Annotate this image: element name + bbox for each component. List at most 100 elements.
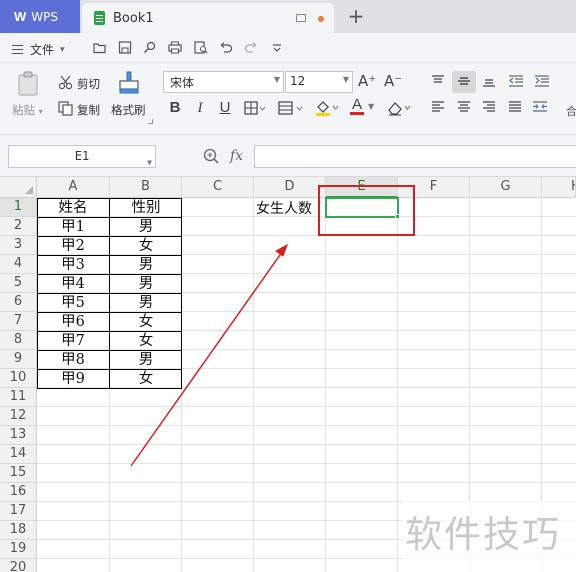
spreadsheet-icon — [94, 11, 105, 25]
print-preview-icon[interactable] — [194, 41, 208, 54]
font-name-select[interactable]: 宋体 ▼ — [163, 71, 284, 93]
row-header-6[interactable]: 6 — [0, 293, 37, 312]
file-menu-button[interactable]: 文件 ▾ — [12, 41, 65, 58]
font-size-select[interactable]: 12 ▼ — [285, 71, 353, 93]
fill-pattern-icon[interactable] — [278, 101, 304, 115]
increase-indent-icon[interactable] — [534, 75, 550, 87]
cell-a1[interactable]: 姓名 — [37, 199, 109, 217]
row-header-9[interactable]: 9 — [0, 350, 37, 369]
row-header-15[interactable]: 15 — [0, 464, 37, 483]
column-header-d[interactable]: D — [254, 177, 326, 198]
new-tab-button[interactable]: + — [345, 4, 367, 28]
row-header-14[interactable]: 14 — [0, 445, 37, 464]
grid-line — [37, 463, 576, 464]
align-top-icon[interactable] — [431, 75, 445, 87]
select-all-corner[interactable] — [0, 177, 37, 198]
cell-a7[interactable]: 甲6 — [37, 313, 109, 331]
italic-button[interactable]: I — [191, 99, 209, 117]
align-center-icon[interactable] — [457, 101, 471, 113]
undo-icon[interactable] — [219, 41, 233, 54]
cell-a5[interactable]: 甲4 — [37, 275, 109, 293]
cell-a10[interactable]: 甲9 — [37, 370, 109, 388]
row-header-8[interactable]: 8 — [0, 331, 37, 350]
column-header-a[interactable]: A — [37, 177, 110, 198]
column-header-b[interactable]: B — [110, 177, 182, 198]
paste-icon[interactable] — [16, 71, 40, 97]
title-tab-bar: W WPS Book1 + — [0, 0, 576, 33]
row-header-11[interactable]: 11 — [0, 388, 37, 407]
justify-icon[interactable] — [508, 101, 522, 113]
align-right-icon[interactable] — [482, 101, 496, 113]
copy-icon[interactable] — [58, 101, 73, 116]
paste-label[interactable]: 粘贴 ▾ — [12, 102, 43, 118]
align-bottom-icon[interactable] — [482, 75, 496, 87]
fx-icon[interactable]: fx — [230, 148, 243, 164]
bold-button[interactable]: B — [166, 99, 184, 117]
row-header-10[interactable]: 10 — [0, 369, 37, 388]
chevron-down-icon: ▼ — [342, 75, 349, 84]
cell-a4[interactable]: 甲3 — [37, 256, 109, 274]
row-header-13[interactable]: 13 — [0, 426, 37, 445]
grid-line — [37, 482, 576, 483]
row-header-20[interactable]: 20 — [0, 559, 37, 572]
font-size-value: 12 — [290, 74, 306, 88]
save-icon[interactable] — [118, 41, 132, 54]
cell-a2[interactable]: 甲1 — [37, 218, 109, 236]
cell-a9[interactable]: 甲8 — [37, 351, 109, 369]
distributed-align-icon[interactable] — [532, 101, 548, 113]
grid-line — [37, 425, 576, 426]
grid-line — [37, 406, 576, 407]
redo-icon[interactable] — [244, 41, 258, 54]
print-icon[interactable] — [168, 41, 182, 54]
open-folder-icon[interactable] — [93, 41, 107, 54]
cell-b1[interactable]: 性别 — [110, 199, 182, 217]
formula-input[interactable] — [254, 145, 576, 168]
clipboard-group-launcher-icon[interactable] — [148, 119, 153, 124]
formula-bar: E1 ▼ fx — [0, 135, 576, 177]
row-header-5[interactable]: 5 — [0, 274, 37, 293]
row-header-17[interactable]: 17 — [0, 502, 37, 521]
font-color-button[interactable]: A — [350, 97, 364, 115]
align-left-icon[interactable] — [431, 101, 445, 113]
row-header-7[interactable]: 7 — [0, 312, 37, 331]
monitor-icon[interactable] — [296, 14, 306, 22]
cell-a8[interactable]: 甲7 — [37, 332, 109, 350]
cell-a3[interactable]: 甲2 — [37, 237, 109, 255]
search-doc-icon[interactable] — [143, 41, 157, 54]
clear-format-icon[interactable] — [386, 99, 412, 117]
cut-icon[interactable] — [58, 75, 73, 90]
wps-home-tab[interactable]: W WPS — [0, 0, 80, 33]
decrease-indent-icon[interactable] — [508, 75, 524, 87]
fill-color-icon[interactable] — [314, 99, 340, 117]
column-header-c[interactable]: C — [182, 177, 254, 198]
copy-label[interactable]: 复制 — [77, 102, 100, 118]
row-header-1[interactable]: 1 — [0, 198, 37, 217]
format-painter-label[interactable]: 格式刷 — [111, 102, 146, 118]
format-painter-icon[interactable] — [117, 71, 141, 97]
row-header-19[interactable]: 19 — [0, 540, 37, 559]
row-header-2[interactable]: 2 — [0, 217, 37, 236]
ribbon-overflow-icon[interactable]: 合 — [566, 103, 576, 119]
row-header-4[interactable]: 4 — [0, 255, 37, 274]
column-header-h[interactable]: H — [542, 177, 576, 198]
underline-button[interactable]: U — [216, 99, 234, 117]
name-box[interactable]: E1 ▼ — [8, 145, 156, 168]
row-header-12[interactable]: 12 — [0, 407, 37, 426]
row-header-18[interactable]: 18 — [0, 521, 37, 540]
more-icon[interactable] — [270, 41, 284, 54]
grow-font-icon[interactable]: A⁺ — [358, 72, 376, 90]
row-header-16[interactable]: 16 — [0, 483, 37, 502]
cell-a6[interactable]: 甲5 — [37, 294, 109, 312]
borders-icon[interactable] — [244, 101, 266, 115]
menu-row: 文件 ▾ — [0, 33, 576, 63]
shrink-font-icon[interactable]: A⁻ — [384, 72, 402, 90]
zoom-search-icon[interactable] — [203, 148, 220, 164]
spreadsheet-grid[interactable]: A B C D E F G H 姓名性别甲1男甲2女甲3男甲4男甲5男甲6女甲7… — [0, 177, 576, 572]
row-header-3[interactable]: 3 — [0, 236, 37, 255]
chevron-down-icon[interactable]: ▼ — [368, 102, 374, 111]
cut-label[interactable]: 剪切 — [77, 76, 100, 92]
cell-d1[interactable]: 女生人数 — [254, 200, 326, 218]
align-middle-icon[interactable] — [457, 75, 471, 87]
column-header-g[interactable]: G — [470, 177, 542, 198]
document-tab-book1[interactable]: Book1 — [82, 3, 334, 33]
